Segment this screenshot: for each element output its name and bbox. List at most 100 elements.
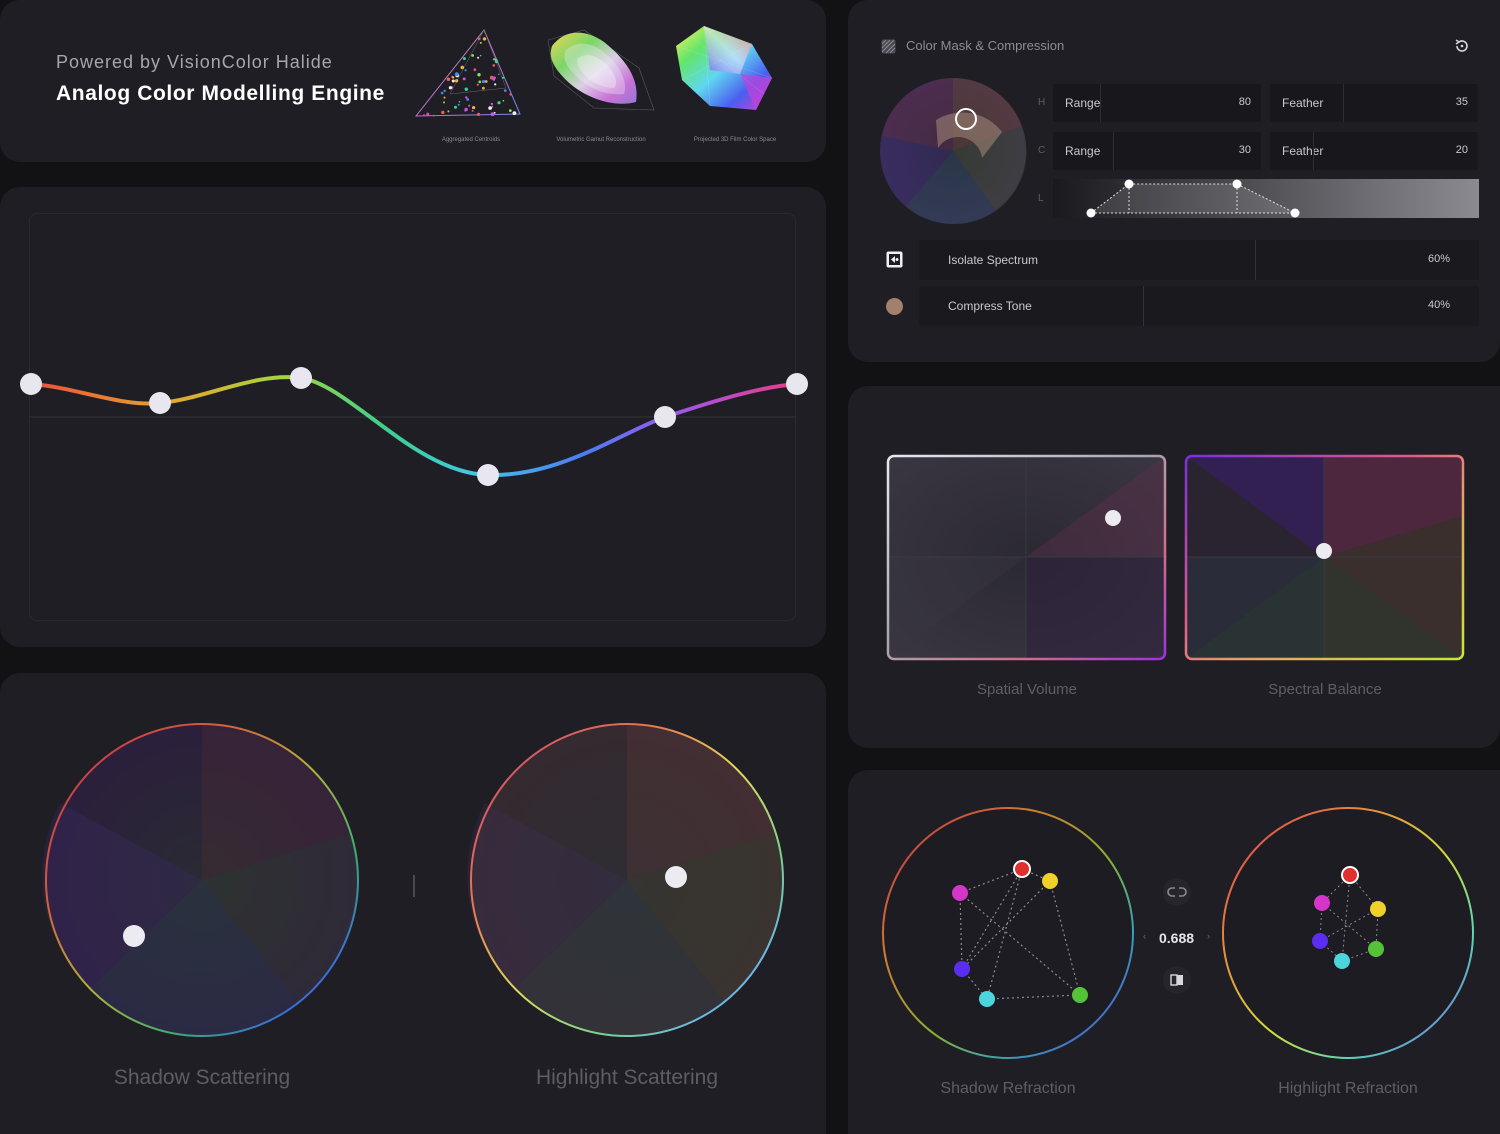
chroma-feather-label: Feather (1282, 144, 1323, 158)
link-icon (1163, 878, 1191, 906)
refraction-point[interactable] (1042, 873, 1058, 889)
spatial-volume-label: Spatial Volume (887, 681, 1167, 698)
spectral-balance-pad[interactable] (1186, 456, 1463, 659)
centroid-dot (509, 109, 512, 112)
luma-axis-letter: L (1038, 193, 1044, 204)
curve-control-point[interactable] (477, 464, 499, 486)
centroid-dot (495, 59, 497, 61)
field-divider (1313, 132, 1314, 170)
centroid-dot (513, 111, 517, 115)
shadow-scatter-handle[interactable] (123, 925, 145, 947)
centroid-dot (452, 80, 455, 83)
engine-header-panel: Powered by VisionColor Halide Analog Col… (0, 0, 826, 162)
chroma-range-field[interactable]: Range 30 (1053, 132, 1261, 170)
refraction-point[interactable] (1014, 861, 1030, 877)
refraction-panel: ‹ 0.688 › Shadow Refraction Highlight Re… (848, 770, 1500, 1134)
centroid-dot (447, 78, 451, 82)
luma-handle[interactable] (1233, 180, 1242, 189)
centroid-dot (483, 37, 486, 40)
increase-arrow-icon[interactable]: › (1207, 931, 1210, 941)
luma-range-editor[interactable] (1053, 178, 1479, 220)
hue-feather-value[interactable]: 35 (1456, 96, 1468, 108)
curve-control-point[interactable] (20, 373, 42, 395)
decrease-arrow-icon[interactable]: ‹ (1143, 931, 1146, 941)
luma-handle[interactable] (1125, 180, 1134, 189)
refraction-point[interactable] (1370, 901, 1386, 917)
refraction-point[interactable] (1368, 941, 1384, 957)
highlight-scatter-handle[interactable] (665, 866, 687, 888)
curve-control-point[interactable] (786, 373, 808, 395)
centroid-dot (509, 93, 512, 96)
engine-title: Analog Color Modelling Engine (56, 82, 385, 106)
refraction-point[interactable] (1314, 895, 1330, 911)
mask-icon (881, 39, 896, 54)
curve-control-point[interactable] (654, 406, 676, 428)
hue-range-field[interactable]: Range 80 (1053, 84, 1261, 122)
centroid-dot (480, 42, 482, 44)
refraction-point[interactable] (952, 885, 968, 901)
isolate-icon[interactable] (886, 251, 903, 268)
centroid-dot (493, 76, 496, 79)
luma-handle[interactable] (1291, 209, 1300, 218)
xy-pads-panel: Spatial Volume Spectral Balance (848, 386, 1500, 748)
refraction-point[interactable] (979, 991, 995, 1007)
compress-tone-label: Compress Tone (948, 299, 1032, 313)
centroid-dot (465, 96, 467, 98)
luma-handle[interactable] (1087, 209, 1096, 218)
compress-tone-value[interactable]: 40% (1428, 299, 1450, 311)
highlight-refraction-wheel[interactable] (1223, 808, 1473, 1058)
chroma-range-value[interactable]: 30 (1239, 144, 1251, 156)
centroid-dot (502, 77, 504, 79)
isolate-spectrum-value[interactable]: 60% (1428, 253, 1450, 265)
centroid-dot (463, 77, 466, 80)
thumb-caption-3: Projected 3D Film Color Space (670, 137, 800, 143)
centroid-dot (498, 74, 500, 76)
spatial-volume-pad[interactable] (888, 456, 1165, 659)
compare-button[interactable] (1163, 966, 1191, 994)
spectral-balance-handle[interactable] (1316, 543, 1332, 559)
reset-icon[interactable] (1453, 37, 1471, 55)
curve-control-point[interactable] (149, 392, 171, 414)
mask-hue-wheel[interactable] (876, 76, 1030, 226)
centroid-dot (447, 110, 449, 112)
centroid-dot (455, 72, 459, 76)
shadow-refraction-wheel[interactable] (883, 808, 1133, 1058)
hue-axis-letter: H (1038, 97, 1045, 108)
curve-editor[interactable] (0, 187, 826, 647)
centroid-dot (478, 81, 481, 84)
shadow-scattering-label: Shadow Scattering (82, 1066, 322, 1090)
centroid-dot (488, 106, 492, 110)
centroid-dot (458, 104, 460, 106)
thumb-caption-1: Aggregated Centroids (406, 137, 536, 143)
centroid-dot (491, 103, 493, 105)
chroma-feather-value[interactable]: 20 (1456, 144, 1468, 156)
centroid-dot (443, 101, 445, 103)
centroid-dot (471, 54, 474, 57)
refraction-point[interactable] (954, 961, 970, 977)
centroid-dot (459, 101, 461, 103)
highlight-scattering-wheel[interactable] (467, 724, 783, 1037)
link-button[interactable] (1163, 878, 1191, 906)
centroid-dot (441, 92, 444, 95)
centroid-dot (452, 76, 454, 78)
refraction-point[interactable] (1312, 933, 1328, 949)
centroid-dot (482, 87, 485, 90)
hue-feather-field[interactable]: Feather 35 (1270, 84, 1478, 122)
gamut-thumbnail (544, 28, 659, 118)
powered-by-text: Powered by VisionColor Halide (56, 52, 333, 73)
field-divider (1100, 84, 1101, 122)
centroid-dot (503, 100, 505, 102)
link-strength-value[interactable]: 0.688 (1159, 930, 1194, 946)
shadow-scattering-wheel[interactable] (42, 724, 358, 1037)
curve-control-point[interactable] (290, 367, 312, 389)
hue-range-value[interactable]: 80 (1239, 96, 1251, 108)
chroma-feather-field[interactable]: Feather 20 (1270, 132, 1478, 170)
refraction-point[interactable] (1072, 987, 1088, 1003)
compress-tone-slider[interactable]: Compress Tone 40% (919, 286, 1479, 326)
refraction-point[interactable] (1342, 867, 1358, 883)
refraction-point[interactable] (1334, 953, 1350, 969)
centroid-dot (493, 64, 496, 67)
centroid-dot (474, 68, 477, 71)
isolate-spectrum-slider[interactable]: Isolate Spectrum 60% (919, 240, 1479, 280)
spatial-volume-handle[interactable] (1105, 510, 1121, 526)
